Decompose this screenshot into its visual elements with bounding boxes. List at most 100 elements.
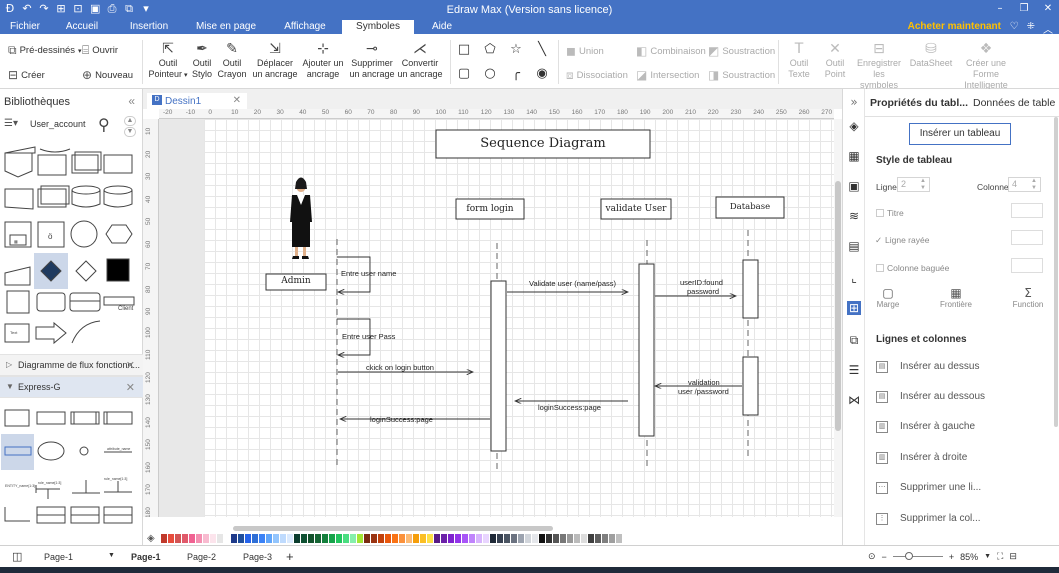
color-swatch[interactable] <box>209 534 216 543</box>
color-swatch[interactable] <box>538 534 545 543</box>
shape-thumb[interactable] <box>4 152 33 178</box>
shape-thumb[interactable] <box>105 224 133 244</box>
palette-fill-icon[interactable]: ◈ <box>147 533 155 544</box>
create-smart-shape-button[interactable]: ❖ Créer une Forme Intelligente <box>954 40 1018 91</box>
title-checkbox[interactable] <box>876 209 884 217</box>
shape-thumb[interactable] <box>37 441 65 461</box>
color-swatch[interactable] <box>258 534 265 543</box>
color-swatch[interactable] <box>475 534 482 543</box>
chart-icon[interactable]: ⌞ <box>847 271 861 285</box>
zoom-slider-knob[interactable] <box>904 552 913 560</box>
minimize-icon[interactable]: – <box>995 3 1005 15</box>
shape-thumb[interactable] <box>103 185 133 195</box>
drawing-page[interactable]: Sequence Diagram form login validate Use… <box>204 119 834 517</box>
color-swatch[interactable] <box>293 534 300 543</box>
save-symbols-button[interactable]: ⊟ Enregistrer les symboles <box>853 40 905 91</box>
shape-thumb[interactable] <box>104 481 132 493</box>
page-selector[interactable]: Page-1 <box>44 552 73 562</box>
color-swatch[interactable] <box>349 534 356 543</box>
color-swatch[interactable] <box>419 534 426 543</box>
shape-thumb[interactable] <box>36 292 66 312</box>
color-swatch[interactable] <box>517 534 524 543</box>
move-anchor-button[interactable]: ⇲ Déplacer un ancrage <box>250 40 300 80</box>
shape-thumb[interactable] <box>36 411 66 425</box>
row-spinner[interactable]: 2 ▲ ▼ <box>897 177 930 192</box>
shape-thumb[interactable] <box>4 409 30 427</box>
shape-thumb[interactable] <box>103 411 133 425</box>
color-swatch[interactable] <box>286 534 293 543</box>
create-button[interactable]: ⊟ Créer <box>8 68 45 82</box>
color-swatch[interactable] <box>272 534 279 543</box>
collapse-right-icon[interactable]: » <box>847 95 861 109</box>
shape-thumb[interactable] <box>35 321 67 345</box>
color-swatch[interactable] <box>545 534 552 543</box>
color-swatch[interactable] <box>300 534 307 543</box>
color-swatch[interactable] <box>181 534 188 543</box>
color-swatch[interactable] <box>447 534 454 543</box>
banded-color-box[interactable] <box>1011 258 1043 273</box>
buy-now-link[interactable]: Acheter maintenant <box>908 21 1001 32</box>
open-button[interactable]: ⌸ Ouvrir <box>82 43 118 58</box>
color-swatch[interactable] <box>552 534 559 543</box>
color-swatch[interactable] <box>440 534 447 543</box>
color-swatch[interactable] <box>489 534 496 543</box>
color-swatch[interactable] <box>202 534 209 543</box>
zoom-slider[interactable] <box>892 552 943 560</box>
circle-shape-icon[interactable]: ○ <box>482 66 498 81</box>
add-anchor-button[interactable]: ⊹ Ajouter un ancrage <box>300 40 346 80</box>
color-swatch[interactable] <box>405 534 412 543</box>
border-button[interactable]: ▦ Frontière <box>936 286 976 309</box>
shape-thumb[interactable] <box>4 507 30 522</box>
shape-thumb[interactable] <box>4 188 34 210</box>
intersect-button[interactable]: ◪ Intersection <box>636 68 699 82</box>
combine-button[interactable]: ◧ Combinaison <box>636 44 706 58</box>
color-swatch[interactable] <box>370 534 377 543</box>
color-swatch[interactable] <box>244 534 251 543</box>
predefined-button[interactable]: ⧉ Pré-dessinés ▾ <box>8 43 82 58</box>
tab-table-data[interactable]: Données de table <box>973 97 1055 109</box>
activation-database-1[interactable] <box>742 259 759 319</box>
function-button[interactable]: Σ Function <box>1008 286 1048 309</box>
insert-table-button[interactable]: Insérer un tableau <box>909 123 1011 145</box>
color-swatch[interactable] <box>496 534 503 543</box>
shape-thumb[interactable] <box>69 292 101 312</box>
convert-anchor-button[interactable]: ⋌ Convertir un ancrage <box>396 40 444 80</box>
right-panel-scrollbar[interactable] <box>1054 117 1058 427</box>
color-swatch[interactable] <box>608 534 615 543</box>
tab-symboles[interactable]: Symboles <box>342 20 414 34</box>
page-tab-1[interactable]: Page-1 <box>131 552 161 562</box>
shape-thumb[interactable] <box>9 234 27 246</box>
page-tab-3[interactable]: Page-3 <box>243 552 272 562</box>
tab-accueil[interactable]: Accueil <box>55 20 109 34</box>
striped-color-box[interactable] <box>1011 230 1043 245</box>
color-swatch[interactable] <box>412 534 419 543</box>
chevron-down-icon[interactable]: ▼ <box>984 553 991 560</box>
column-spinner[interactable]: 4 ▲ ▼ <box>1008 177 1041 192</box>
pointer-tool-button[interactable]: ⇱ Outil Pointeur ▾ <box>148 40 188 81</box>
layers-icon[interactable]: ≋ <box>847 209 861 223</box>
scroll-up-icon[interactable]: ▲ <box>124 116 136 126</box>
color-swatch[interactable] <box>195 534 202 543</box>
shape-thumb-selected[interactable] <box>1 434 34 470</box>
zoom-value[interactable]: 85% <box>960 552 978 562</box>
table-icon[interactable]: ⊞ <box>847 301 861 315</box>
color-swatch[interactable] <box>342 534 349 543</box>
color-swatch[interactable] <box>426 534 433 543</box>
library-menu-icon[interactable]: ☰▾ <box>4 118 18 129</box>
shape-thumb[interactable] <box>103 296 135 306</box>
tab-mise-en-page[interactable]: Mise en page <box>190 20 262 34</box>
shape-thumb[interactable] <box>72 480 100 494</box>
library-user-account[interactable]: User_account <box>30 119 86 129</box>
scroll-down-icon[interactable]: ▼ <box>124 127 136 137</box>
color-swatch[interactable] <box>251 534 258 543</box>
color-swatch[interactable] <box>531 534 538 543</box>
fit-page-icon[interactable]: ⛶ <box>997 551 1003 562</box>
tab-fichier[interactable]: Fichier <box>0 20 50 34</box>
color-swatch[interactable] <box>335 534 342 543</box>
network-icon[interactable]: ⋈ <box>847 393 861 407</box>
color-swatch[interactable] <box>433 534 440 543</box>
shape-thumb[interactable] <box>71 320 101 344</box>
color-swatch[interactable] <box>363 534 370 543</box>
color-swatch[interactable] <box>454 534 461 543</box>
arc-shape-icon[interactable]: ╭ <box>508 66 524 81</box>
